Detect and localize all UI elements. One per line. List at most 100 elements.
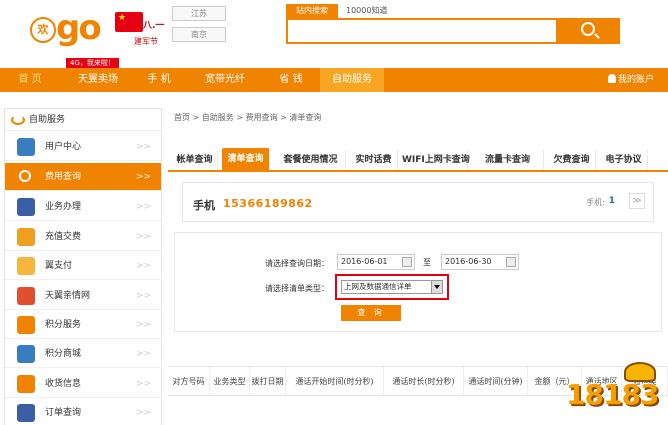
end-date-input[interactable]: 2016-06-30 — [441, 254, 519, 270]
tab[interactable]: 电子协议 — [600, 150, 648, 170]
tab[interactable]: 欠费查询 — [548, 150, 596, 170]
sidebar-item[interactable]: 天翼亲情网 >> — [5, 282, 161, 310]
user-icon — [17, 138, 35, 156]
sidebar-item[interactable]: 业务办理 >> — [5, 193, 161, 221]
sidebar-item-label: 业务办理 — [45, 202, 82, 212]
column-header: 对方号码 — [168, 367, 210, 397]
list-type-highlight: 上网及数据通信详单 — [335, 274, 449, 300]
province-select-button[interactable]: 江苏 — [172, 6, 226, 21]
sidebar-item-label: 充值交费 — [45, 232, 82, 242]
chevron-right-icon: >> — [135, 349, 151, 359]
sidebar-item[interactable]: 积分服务 >> — [5, 311, 161, 339]
query-tabs: 帐单查询 清单查询 套餐使用情况 实时话费 WIFI上网卡查询 流量卡查询 欠费查询 电子协议 — [168, 146, 668, 172]
expand-icon[interactable]: ≫ — [629, 193, 645, 209]
search-icon — [19, 170, 31, 182]
nav-home[interactable]: 首 页 — [10, 68, 50, 92]
document-icon — [17, 198, 35, 216]
sidebar-item-label: 积分商城 — [45, 349, 82, 359]
search-input[interactable] — [286, 18, 558, 44]
sidebar-item[interactable]: 订单查询 >> — [5, 399, 161, 425]
search-button[interactable] — [558, 18, 620, 44]
self-service-icon — [11, 115, 25, 125]
chevron-right-icon: >> — [135, 202, 151, 212]
sidebar-item-label: 积分服务 — [45, 320, 82, 330]
sidebar-item-label: 天翼亲情网 — [45, 291, 91, 301]
tab[interactable]: WIFI上网卡查询 — [402, 150, 470, 170]
date-range-label: 请选择查询日期： — [265, 259, 329, 268]
start-date-value: 2016-06-01 — [341, 257, 388, 266]
sidebar-item[interactable]: 充值交费 >> — [5, 223, 161, 251]
nav-save-money[interactable]: 省 钱 — [266, 68, 316, 92]
chevron-right-icon: >> — [135, 320, 151, 330]
calendar-icon[interactable] — [402, 257, 412, 267]
phone-number: 15366189862 — [223, 197, 313, 210]
nav-mall[interactable]: 天翼卖场 — [62, 68, 134, 92]
chevron-right-icon: >> — [135, 142, 151, 152]
sidebar-title-label: 自助服务 — [29, 115, 66, 125]
chevron-right-icon: >> — [135, 408, 151, 418]
sidebar-item-label: 费用查询 — [45, 172, 82, 182]
sidebar-item[interactable]: 翼支付 >> — [5, 252, 161, 280]
chevron-right-icon: >> — [135, 232, 151, 242]
site-header: 欢 go 八.一 建军节 江苏 南京 站内搜索 10000知道 — [0, 0, 668, 66]
order-icon — [17, 404, 35, 422]
logo-text: go — [56, 8, 102, 48]
list-type-label: 请选择清单类型： — [265, 284, 329, 293]
yen-coin-icon — [17, 228, 35, 246]
site-logo[interactable]: 欢 go 八.一 建军节 — [30, 8, 170, 52]
tab[interactable]: 清单查询 — [222, 148, 270, 170]
sidebar-item-label: 订单查询 — [45, 408, 82, 418]
nav-account-label: 我的账户 — [617, 75, 654, 85]
column-header: 业务类型 — [210, 367, 250, 397]
phone-count-label: 手机: — [586, 198, 605, 207]
city-select-button[interactable]: 南京 — [172, 27, 226, 42]
chevron-right-icon: >> — [135, 172, 151, 182]
delivery-icon — [17, 375, 35, 393]
sidebar-item[interactable]: 积分商城 >> — [5, 340, 161, 368]
start-date-input[interactable]: 2016-06-01 — [337, 254, 415, 270]
query-button[interactable]: 查 询 — [341, 305, 401, 321]
tab[interactable]: 流量卡查询 — [472, 150, 544, 170]
tab[interactable]: 实时话费 — [350, 150, 398, 170]
person-icon — [607, 74, 616, 83]
watermark-logo: 18183 — [566, 360, 666, 422]
search-icon — [581, 22, 595, 36]
chevron-right-icon: >> — [135, 291, 151, 301]
column-header: 通话时长(时分秒) — [384, 367, 464, 397]
end-date-value: 2016-06-30 — [445, 257, 492, 266]
tab[interactable]: 套餐使用情况 — [276, 150, 346, 170]
nav-self-service[interactable]: 自助服务 — [320, 68, 384, 92]
column-header: 通话时间(分钟) — [464, 367, 528, 397]
query-form: 请选择查询日期： 2016-06-01 至 2016-06-30 请选择清单类型… — [174, 232, 662, 332]
sidebar-title: 自助服务 — [5, 109, 161, 131]
slogan-top: 八.一 — [143, 21, 165, 31]
phone-count-value[interactable]: 1 — [609, 196, 615, 206]
chevron-right-icon: >> — [135, 261, 151, 271]
sidebar-item-label: 翼支付 — [45, 261, 73, 271]
sidebar-item-label: 用户中心 — [45, 142, 82, 152]
nav-broadband[interactable]: 宽带光纤 — [196, 68, 254, 92]
search-tab-site[interactable]: 站内搜索 — [286, 4, 338, 18]
sidebar-item[interactable]: 用户中心 >> — [5, 133, 161, 161]
sidebar: 自助服务 用户中心 >> 费用查询 >> 业务办理 >> 充值交费 >> 翼支付 >> 天翼亲情网 >… — [4, 108, 162, 425]
points-icon — [17, 316, 35, 334]
sidebar-item[interactable]: 收货信息 >> — [5, 370, 161, 398]
list-type-select[interactable]: 上网及数据通信详单 — [341, 280, 443, 294]
wallet-icon — [17, 257, 35, 275]
date-separator: 至 — [423, 258, 431, 267]
phone-panel: 手机 15366189862 手机: 1 ≫ — [182, 182, 654, 222]
nav-my-account[interactable]: 我的账户 — [594, 68, 668, 92]
nav-phone[interactable]: 手 机 — [134, 68, 184, 92]
calendar-icon[interactable] — [506, 257, 516, 267]
watermark-text: 18183 — [566, 378, 659, 411]
chevron-down-icon[interactable] — [431, 281, 442, 293]
phone-label: 手机 — [193, 199, 215, 212]
family-network-icon — [17, 287, 35, 305]
main-nav: 首 页 天翼卖场 手 机 宽带光纤 省 钱 自助服务 我的账户 — [0, 68, 668, 92]
breadcrumb[interactable]: 首页 > 自助服务 > 费用查询 > 清单查询 — [174, 112, 321, 123]
sidebar-item[interactable]: 费用查询 >> — [5, 163, 161, 191]
column-header: 通话开始时间(时分秒) — [286, 367, 384, 397]
search-tab-knowledge[interactable]: 10000知道 — [346, 4, 426, 18]
tab[interactable]: 帐单查询 — [172, 150, 218, 170]
sidebar-item-label: 收货信息 — [45, 379, 82, 389]
